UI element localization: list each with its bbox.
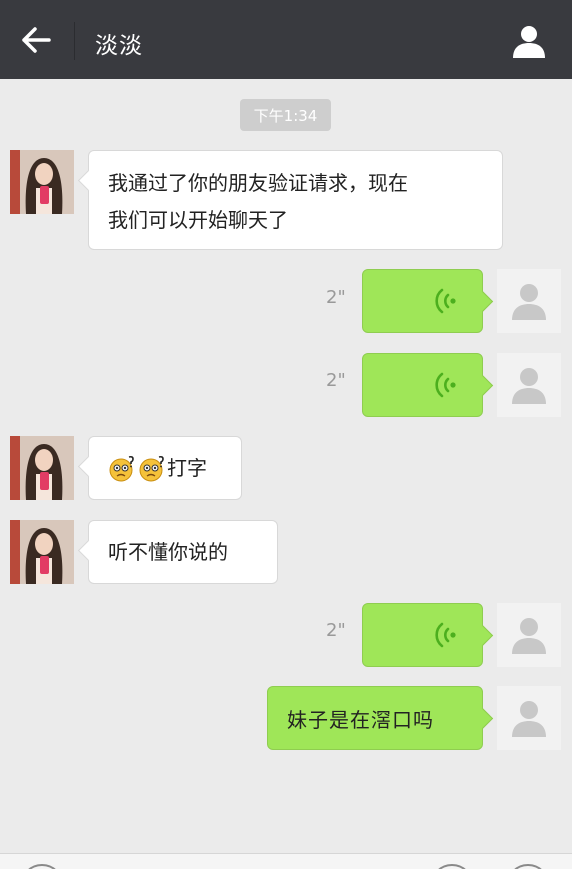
outgoing-message-bubble[interactable]: 妹子是在滘口吗 [267,686,483,750]
emoji-button[interactable] [430,864,474,869]
contact-avatar[interactable] [10,436,74,500]
my-avatar[interactable] [497,269,561,333]
incoming-message-bubble[interactable]: 我通过了你的朋友验证请求，现在 我们可以开始聊天了 [88,150,503,250]
default-avatar-icon [512,618,546,654]
voice-message-bubble[interactable] [362,353,483,417]
message-text: 听不懂你说的 [108,539,228,564]
contact-avatar[interactable] [10,150,74,214]
my-avatar[interactable] [497,603,561,667]
chat-title: 淡淡 [95,33,143,59]
arrow-left-icon [22,27,51,53]
voice-message-bubble[interactable] [362,603,483,667]
contact-photo [10,520,74,584]
confused-face-emoji [109,455,134,482]
default-avatar-icon [512,701,546,737]
contact-photo [10,150,74,214]
person-icon [513,26,545,58]
message-list[interactable]: 下午1:34 我通过了你的朋友验证请求，现在 我们可以开始聊天了 2" 2" 打… [0,79,572,853]
voice-duration: 2" [326,620,346,641]
confused-face-emoji [139,455,164,482]
voice-duration: 2" [326,370,346,391]
contact-avatar[interactable] [10,520,74,584]
header-divider [74,22,75,60]
contact-photo [10,436,74,500]
back-button[interactable] [14,20,58,60]
chat-info-button[interactable] [506,18,552,64]
voice-wave-icon [435,288,456,314]
voice-wave-icon [435,372,456,398]
my-avatar[interactable] [497,686,561,750]
input-bar [0,853,572,869]
message-text: 妹子是在滘口吗 [287,707,434,732]
voice-duration: 2" [326,287,346,308]
voice-message-bubble[interactable] [362,269,483,333]
message-text-line: 我们可以开始聊天了 [108,208,288,232]
top-bar: 淡淡 [0,0,572,79]
incoming-message-bubble[interactable]: 打字 [88,436,242,500]
voice-wave-icon [435,622,456,648]
voice-toggle-button[interactable] [20,864,64,869]
default-avatar-icon [512,284,546,320]
default-avatar-icon [512,368,546,404]
message-text: 打字 [167,455,207,480]
message-text-line: 我通过了你的朋友验证请求，现在 [108,171,408,195]
message-timestamp: 下午1:34 [240,99,331,131]
my-avatar[interactable] [497,353,561,417]
incoming-message-bubble[interactable]: 听不懂你说的 [88,520,278,584]
more-button[interactable] [506,864,550,869]
